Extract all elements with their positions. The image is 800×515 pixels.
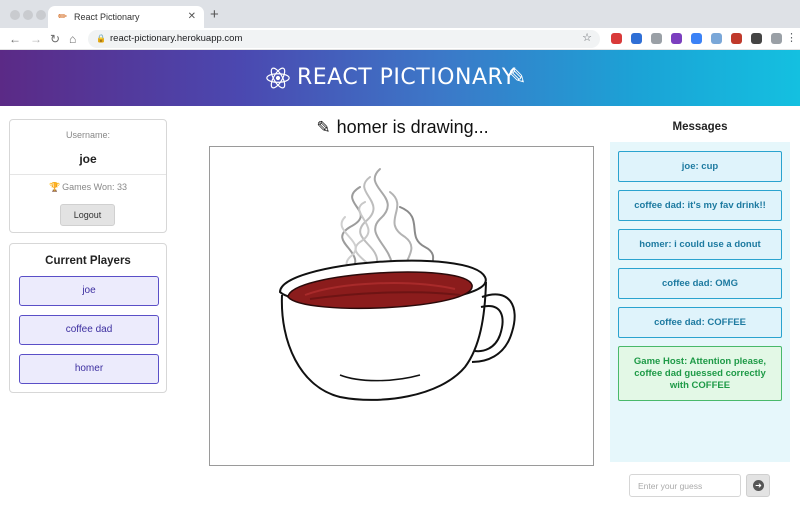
address-bar[interactable]: 🔒 react-pictionary.herokuapp.com ☆ xyxy=(88,30,600,48)
pencil-icon: ✎ xyxy=(316,118,331,137)
drawing-status-text: homer is drawing... xyxy=(336,117,489,137)
extension-icon[interactable] xyxy=(751,33,762,44)
logout-button[interactable]: Logout xyxy=(60,204,115,226)
extension-icon[interactable] xyxy=(651,33,662,44)
browser-toolbar: ← → ↻ ⌂ 🔒 react-pictionary.herokuapp.com… xyxy=(0,28,800,50)
react-logo-icon xyxy=(266,67,290,89)
new-tab-button[interactable]: + xyxy=(210,7,219,23)
extension-icon[interactable] xyxy=(631,33,642,44)
extension-icon[interactable] xyxy=(691,33,702,44)
username-label: Username: xyxy=(65,130,110,140)
players-title: Current Players xyxy=(45,255,131,267)
username: joe xyxy=(79,152,97,166)
extension-icon[interactable] xyxy=(711,33,722,44)
trophy-icon: 🏆 xyxy=(48,182,61,192)
game-host-message: Game Host: Attention please, coffee dad … xyxy=(618,346,782,401)
message-item: coffee dad: OMG xyxy=(618,268,782,299)
divider xyxy=(10,174,166,175)
window-minimize-control[interactable] xyxy=(23,10,33,20)
message-item: coffee dad: it's my fav drink!! xyxy=(618,190,782,221)
browser-tab[interactable]: ✏ React Pictionary ✕ xyxy=(48,6,204,28)
app-header: REACT PICTIONARY ✎ xyxy=(0,50,800,106)
lock-icon: 🔒 xyxy=(96,34,106,43)
forward-icon[interactable]: → xyxy=(30,31,42,47)
bookmark-star-icon[interactable]: ☆ xyxy=(582,32,592,45)
url-text: react-pictionary.herokuapp.com xyxy=(110,33,243,44)
browser-tab-bar: ✏ React Pictionary ✕ + xyxy=(0,0,800,28)
messages-panel: joe: cup coffee dad: it's my fav drink!!… xyxy=(610,142,790,462)
browser-menu-icon[interactable]: ⋮ xyxy=(786,31,797,45)
player-item: coffee dad xyxy=(19,315,159,345)
tab-title: React Pictionary xyxy=(74,12,140,22)
extension-icon[interactable] xyxy=(771,33,782,44)
coffee-cup-drawing xyxy=(278,168,516,401)
home-icon[interactable]: ⌂ xyxy=(69,31,76,47)
guess-input[interactable] xyxy=(629,474,741,497)
extension-icon[interactable] xyxy=(731,33,742,44)
window-close-control[interactable] xyxy=(10,10,20,20)
message-item: homer: i could use a donut xyxy=(618,229,782,260)
message-item: coffee dad: COFFEE xyxy=(618,307,782,338)
player-item: joe xyxy=(19,276,159,306)
messages-title: Messages xyxy=(672,121,728,133)
pencil-icon: ✎ xyxy=(508,64,527,89)
back-icon[interactable]: ← xyxy=(9,31,21,47)
app-title: REACT PICTIONARY xyxy=(297,65,516,90)
drawing-status: ✎ homer is drawing... xyxy=(210,115,595,139)
drawing-canvas[interactable] xyxy=(209,146,594,466)
games-won-text: Games Won: 33 xyxy=(62,182,128,192)
current-players-card: Current Players joe coffee dad homer xyxy=(9,243,167,393)
pencil-icon: ✏ xyxy=(58,11,68,23)
extension-icon[interactable] xyxy=(611,33,622,44)
close-icon[interactable]: ✕ xyxy=(188,10,196,23)
player-item: homer xyxy=(19,354,159,384)
arrow-right-icon: ➜ xyxy=(753,480,764,491)
games-won: 🏆 Games Won: 33 xyxy=(10,182,166,193)
reload-icon[interactable]: ↻ xyxy=(50,31,60,47)
message-item: joe: cup xyxy=(618,151,782,182)
window-zoom-control[interactable] xyxy=(36,10,46,20)
extension-icon[interactable] xyxy=(671,33,682,44)
send-guess-button[interactable]: ➜ xyxy=(746,474,770,497)
user-card: Username: joe 🏆 Games Won: 33 Logout xyxy=(9,119,167,233)
